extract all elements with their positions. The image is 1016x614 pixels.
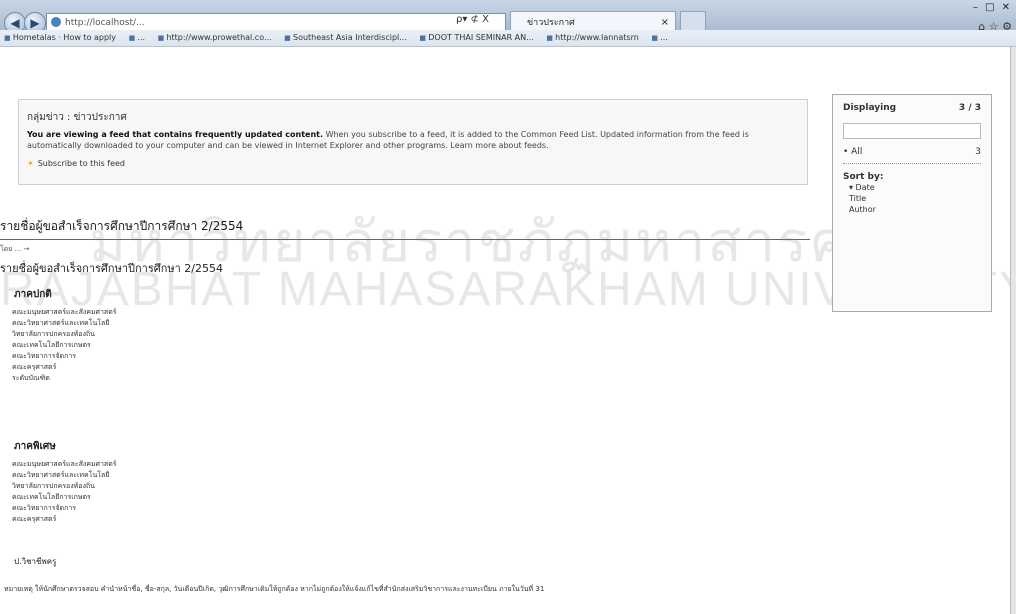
sort-title[interactable]: Title	[849, 193, 981, 204]
list-item[interactable]: คณะวิทยาการจัดการ	[12, 503, 117, 514]
list-item[interactable]: คณะวิทยาการจัดการ	[12, 351, 117, 362]
page-content: มหาวิทยาลัยราชภัฏมหาสารคาม RAJABHAT MAHA…	[0, 47, 1010, 614]
list-item[interactable]: คณะครุศาสตร์	[12, 514, 117, 525]
list-item[interactable]: คณะเทคโนโลยีการเกษตร	[12, 492, 117, 503]
list-item[interactable]: ระดับบัณฑิต	[12, 373, 117, 384]
favorite-link[interactable]: Hometalas · How to apply	[0, 30, 122, 46]
subscribe-label: Subscribe to this feed	[37, 159, 126, 168]
feed-title: กลุ่มข่าว : ข่าวประกาศ	[27, 112, 127, 123]
favorite-link[interactable]: http://www.lannatsrn	[542, 30, 644, 46]
section-special-heading: ภาคพิเศษ	[14, 441, 56, 452]
all-count: 3	[975, 147, 981, 157]
address-bar[interactable]: http://localhost/...	[46, 13, 506, 31]
favorite-link[interactable]: http://www.prowethal.co...	[154, 30, 278, 46]
sort-author[interactable]: Author	[849, 204, 981, 215]
favorite-link[interactable]: ...	[647, 30, 673, 46]
special-program-list: คณะมนุษยศาสตร์และสังคมศาสตร์ คณะวิทยาศาส…	[12, 459, 117, 525]
list-item[interactable]: คณะมนุษยศาสตร์และสังคมศาสตร์	[12, 307, 117, 318]
post-meta[interactable]: โดย ... →	[0, 244, 29, 255]
list-item[interactable]: คณะวิทยาศาสตร์และเทคโนโลยี	[12, 318, 117, 329]
sort-label: Sort by:	[843, 172, 884, 182]
feed-info-box: กลุ่มข่าว : ข่าวประกาศ You are viewing a…	[18, 99, 808, 185]
note-text: หมายเหตุ ให้นักศึกษาตรวจสอบ คำนำหน้าชื่อ…	[4, 585, 545, 593]
list-item[interactable]: คณะมนุษยศาสตร์และสังคมศาสตร์	[12, 459, 117, 470]
page-icon	[51, 17, 61, 27]
address-controls[interactable]: ρ▾ ⊄ X	[456, 14, 489, 25]
list-item[interactable]: วิทยาลัยการปกครองท้องถิ่น	[12, 481, 117, 492]
list-item[interactable]: คณะวิทยาศาสตร์และเทคโนโลยี	[12, 470, 117, 481]
favorite-link[interactable]: ...	[125, 30, 151, 46]
displaying-count: 3 / 3	[958, 103, 981, 113]
post-title[interactable]: รายชื่อผู้ขอสำเร็จการศึกษาปีการศึกษา 2/2…	[0, 217, 810, 240]
window-controls[interactable]: – □ ✕	[973, 2, 1012, 13]
tab-label: ข่าวประกาศ	[527, 18, 575, 28]
list-item[interactable]: วิทยาลัยการปกครองท้องถิ่น	[12, 329, 117, 340]
displaying-label: Displaying	[843, 103, 897, 113]
feed-description: You are viewing a feed that contains fre…	[27, 129, 799, 151]
displaying-row: Displaying 3 / 3	[843, 103, 981, 113]
favorites-bar: Hometalas · How to apply ... http://www.…	[0, 30, 1016, 47]
section-day-heading: ภาคปกติ	[14, 289, 52, 300]
sort-date[interactable]: ▾ Date	[849, 182, 981, 193]
favorite-link[interactable]: Southeast Asia Interdiscipl...	[280, 30, 413, 46]
subscribe-link[interactable]: ✶ Subscribe to this feed	[27, 159, 799, 168]
feed-search-input[interactable]	[843, 123, 981, 139]
section-grad-heading[interactable]: ป.วิชาชีพครู	[14, 555, 56, 568]
feed-description-bold: You are viewing a feed that contains fre…	[27, 130, 324, 139]
post-subtitle: รายชื่อผู้ขอสำเร็จการศึกษาปีการศึกษา 2/2…	[0, 262, 223, 275]
all-label: • All	[843, 147, 863, 157]
vertical-scrollbar[interactable]	[1010, 47, 1016, 614]
feed-sidebar: Displaying 3 / 3 • All 3 Sort by: ▾ Date…	[832, 94, 992, 312]
star-icon: ✶	[27, 159, 34, 168]
filter-all[interactable]: • All 3	[843, 147, 981, 164]
list-item[interactable]: คณะครุศาสตร์	[12, 362, 117, 373]
day-program-list: คณะมนุษยศาสตร์และสังคมศาสตร์ คณะวิทยาศาส…	[12, 307, 117, 384]
list-item[interactable]: คณะเทคโนโลยีการเกษตร	[12, 340, 117, 351]
address-text: http://localhost/...	[65, 18, 145, 28]
favorite-link[interactable]: DOOT THAI SEMINAR AN...	[415, 30, 539, 46]
